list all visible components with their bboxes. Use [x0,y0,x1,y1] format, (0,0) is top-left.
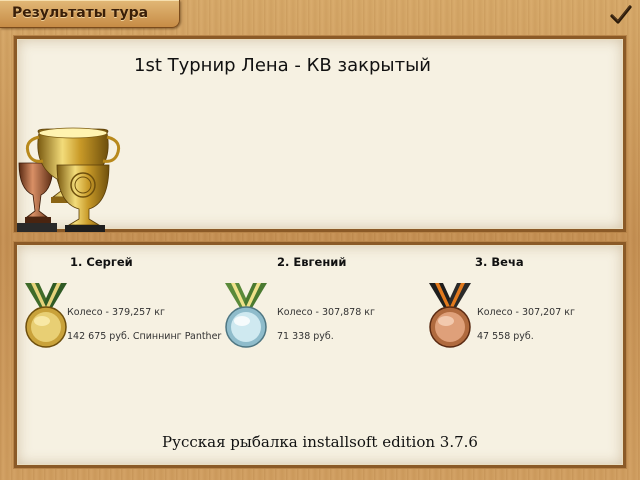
results-tab: Результаты тура [0,0,180,28]
place-2-name: 2. Евгений [277,255,347,269]
tournament-panel: 1st Турнир Лена - КВ закрытый [14,36,626,232]
place-3-name: 3. Веча [475,255,524,269]
confirm-button[interactable] [608,2,634,28]
bronze-medal-icon [429,283,471,348]
tab-title: Результаты тура [12,5,149,21]
game-version-footer: Русская рыбалка installsoft edition 3.7.… [162,433,478,451]
gold-medal-icon [25,283,67,348]
tournament-title: 1st Турнир Лена - КВ закрытый [134,55,431,76]
place-2-prize: 71 338 руб. [277,331,334,342]
trophy-cups-image [17,127,121,232]
place-3-prize: 47 558 руб. [477,331,534,342]
place-2-fish: Колесо - 307,878 кг [277,307,376,318]
silver-medal-icon [225,283,267,348]
place-1-prize: 142 675 руб. Спиннинг Panther [67,331,222,342]
checkmark-icon [610,5,632,24]
place-1-fish: Колесо - 379,257 кг [67,307,166,318]
results-panel: 1. Сергей Колесо - 379,257 кг 142 675 ру… [14,242,626,468]
place-3-fish: Колесо - 307,207 кг [477,307,576,318]
place-1-name: 1. Сергей [70,255,133,269]
